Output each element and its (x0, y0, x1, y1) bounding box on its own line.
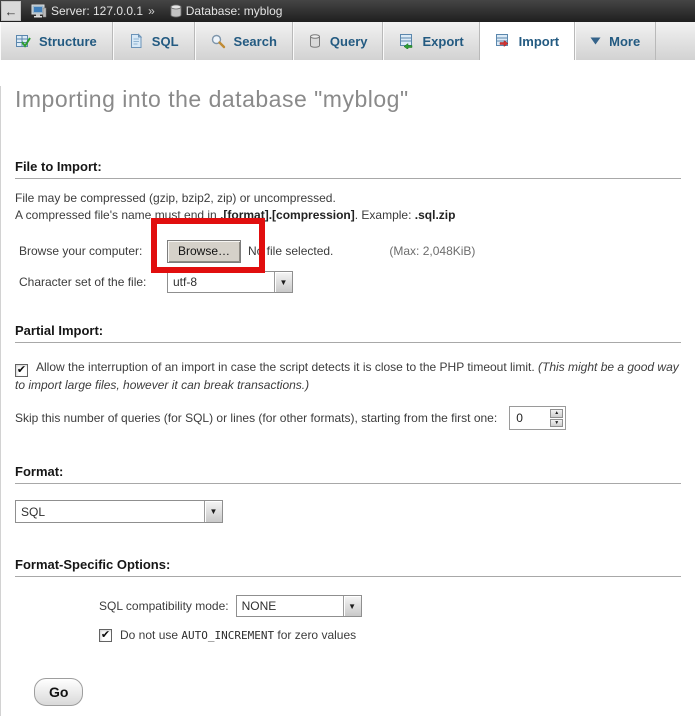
allow-interruption-text: Allow the interruption of an import in c… (36, 360, 538, 374)
no-file-selected-text: No file selected. (248, 244, 333, 258)
name-rule-example: .sql.zip (415, 208, 456, 222)
page-title: Importing into the database "myblog" (15, 86, 681, 113)
dropdown-arrow-icon[interactable]: ▼ (204, 501, 222, 522)
tab-search[interactable]: Search (195, 22, 293, 60)
tab-label: Import (519, 34, 559, 49)
auto-increment-code: AUTO_INCREMENT (181, 629, 274, 642)
export-icon (398, 33, 414, 49)
compression-note: File may be compressed (gzip, bzip2, zip… (15, 190, 681, 224)
back-arrow-icon: ← (5, 4, 18, 19)
tab-label: SQL (152, 34, 179, 49)
tab-label: More (609, 34, 640, 49)
tab-label: Search (234, 34, 277, 49)
tab-bar-filler (656, 22, 695, 60)
skip-queries-value: 0 (510, 407, 548, 429)
compression-line: File may be compressed (gzip, bzip2, zip… (15, 191, 336, 205)
tab-label: Structure (39, 34, 97, 49)
max-size-note: (Max: 2,048KiB) (389, 244, 475, 258)
charset-label: Character set of the file: (15, 275, 167, 289)
breadcrumb-bar: ← Server: 127.0.0.1 » Database: myblog (0, 0, 695, 22)
tab-label: Query (330, 34, 368, 49)
skip-queries-label: Skip this number of queries (for SQL) or… (15, 411, 497, 425)
name-rule-prefix: A compressed file's name must end in (15, 208, 220, 222)
breadcrumb-server[interactable]: Server: 127.0.0.1 (51, 4, 143, 18)
auto-increment-checkbox[interactable]: ✔ (99, 629, 112, 642)
number-spinner: ▲ ▼ (548, 407, 565, 429)
skip-queries-row: Skip this number of queries (for SQL) or… (15, 406, 681, 430)
sql-compatibility-label: SQL compatibility mode: (99, 599, 229, 613)
breadcrumb-database[interactable]: Database: myblog (186, 4, 283, 18)
auto-increment-label: Do not use AUTO_INCREMENT for zero value… (120, 628, 356, 642)
format-value: SQL (16, 501, 204, 522)
structure-icon (15, 33, 31, 49)
charset-row: Character set of the file: utf-8 ▼ (15, 271, 681, 293)
tab-query[interactable]: Query (293, 22, 384, 60)
tab-more[interactable]: More (575, 22, 656, 60)
name-rule-pattern: .[format].[compression] (220, 208, 355, 222)
phpmyadmin-import-page: ← Server: 127.0.0.1 » Database: myblog (0, 0, 695, 716)
import-form: Importing into the database "myblog" Fil… (0, 86, 695, 716)
browse-row: Browse your computer: Browse… No file se… (15, 239, 681, 263)
check-mark-icon: ✔ (17, 365, 26, 376)
browse-label: Browse your computer: (15, 244, 167, 258)
sql-compatibility-select[interactable]: NONE ▼ (236, 595, 362, 617)
query-icon (308, 33, 322, 49)
section-heading-format-specific: Format-Specific Options: (15, 557, 681, 577)
allow-interruption-row: ✔ Allow the interruption of an import in … (15, 359, 691, 394)
search-icon (210, 33, 226, 49)
format-select[interactable]: SQL ▼ (15, 500, 223, 523)
charset-select[interactable]: utf-8 ▼ (167, 271, 293, 293)
tab-export[interactable]: Export (383, 22, 479, 60)
charset-value: utf-8 (168, 272, 274, 292)
server-icon (31, 3, 47, 19)
sql-icon (128, 33, 144, 49)
tab-structure[interactable]: Structure (0, 22, 113, 60)
section-heading-format: Format: (15, 464, 681, 484)
breadcrumb-separator: » (148, 4, 155, 18)
skip-queries-input[interactable]: 0 ▲ ▼ (509, 406, 566, 430)
dropdown-arrow-icon[interactable]: ▼ (343, 596, 361, 616)
section-heading-file-to-import: File to Import: (15, 159, 681, 179)
dropdown-arrow-icon[interactable]: ▼ (274, 272, 292, 292)
tab-bar: Structure SQL Search Query (0, 22, 695, 60)
spin-down-button[interactable]: ▼ (550, 419, 563, 428)
back-button[interactable]: ← (1, 1, 21, 21)
section-heading-partial-import: Partial Import: (15, 323, 681, 343)
tab-label: Export (422, 34, 463, 49)
go-button[interactable]: Go (34, 678, 83, 706)
browse-button[interactable]: Browse… (167, 240, 241, 263)
sql-compatibility-row: SQL compatibility mode: NONE ▼ (99, 594, 681, 618)
auto-increment-row: ✔ Do not use AUTO_INCREMENT for zero val… (99, 628, 681, 642)
check-mark-icon: ✔ (101, 630, 110, 641)
name-rule-mid: . Example: (355, 208, 415, 222)
chevron-down-icon (590, 37, 601, 45)
import-icon (495, 33, 511, 49)
allow-interruption-checkbox[interactable]: ✔ (15, 364, 28, 377)
database-icon (170, 4, 182, 18)
sql-compatibility-value: NONE (237, 596, 343, 616)
tab-import[interactable]: Import (480, 22, 575, 60)
spin-up-button[interactable]: ▲ (550, 409, 563, 418)
tab-sql[interactable]: SQL (113, 22, 195, 60)
